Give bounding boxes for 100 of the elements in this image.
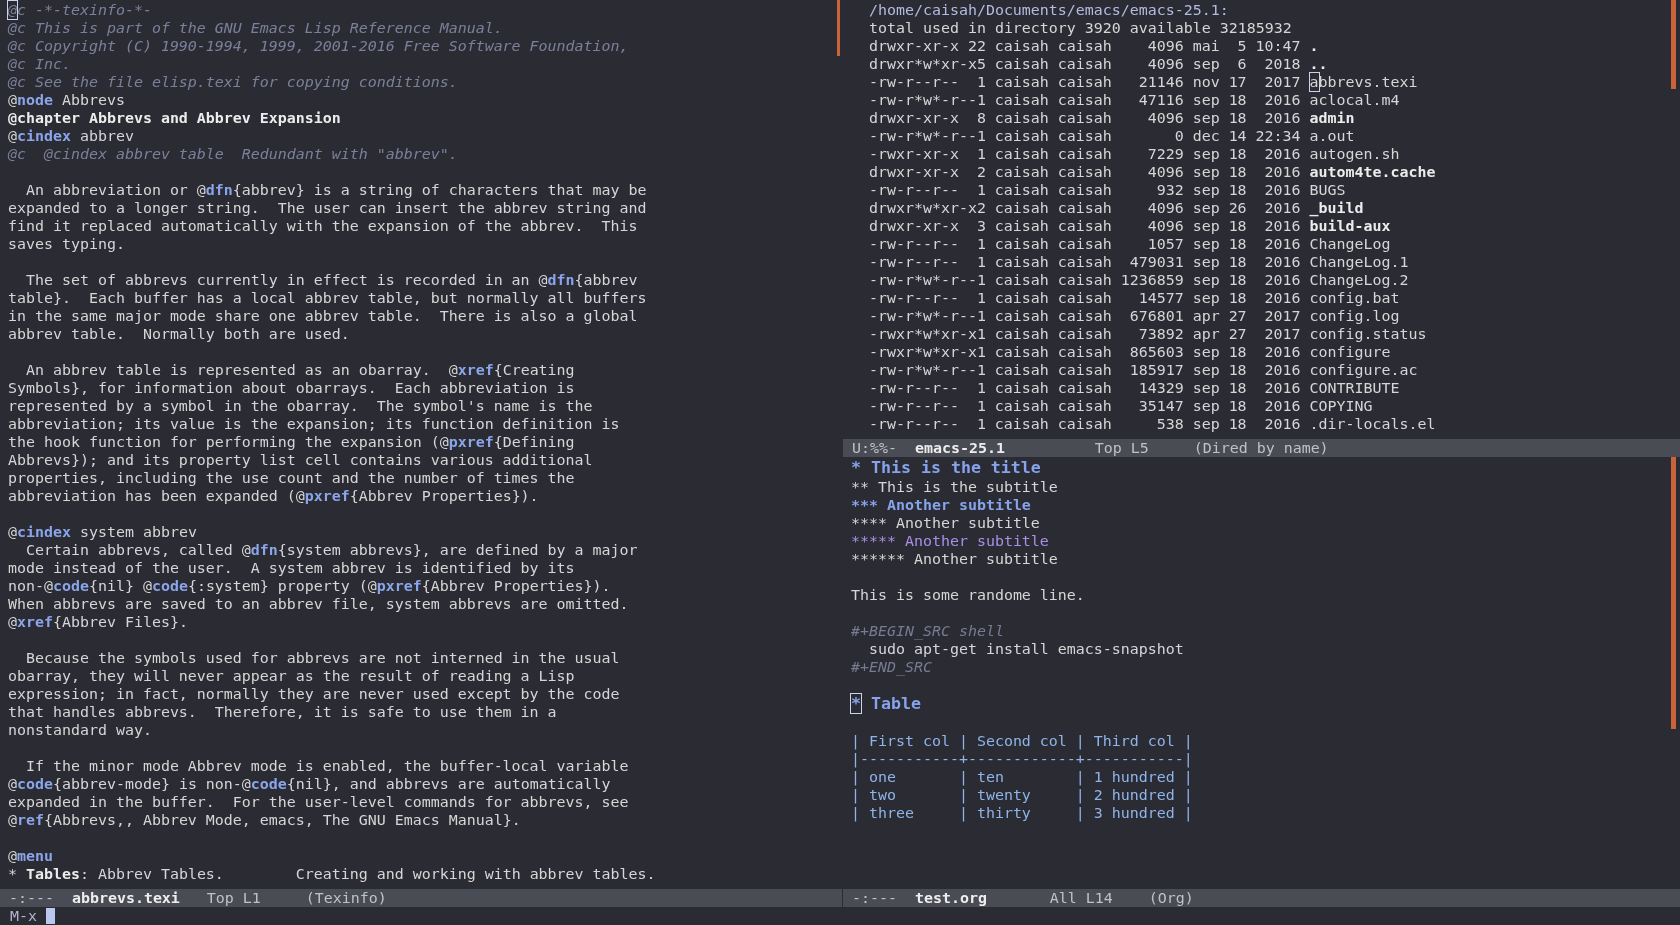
file-group: caisah [1057,343,1112,361]
source-line: the hook function for performing the expansion (@pxref{Defining [8,433,575,451]
link-count: 1 [976,343,986,361]
file-owner: caisah [994,343,1049,361]
file-permissions: -rw-r--r-- [869,73,959,91]
file-permissions: -rwxr-xr-x [869,145,959,163]
file-size: 865603 [1129,343,1184,361]
file-owner: caisah [994,397,1049,415]
file-group: caisah [1057,109,1112,127]
file-name[interactable]: .dir-locals.el [1309,415,1436,433]
file-owner: caisah [994,415,1049,433]
source-line: abbrev table. Normally both are used. [8,325,350,343]
file-date: apr 27 2017 [1192,307,1301,325]
file-name[interactable]: aclocal.m4 [1309,91,1400,109]
file-name[interactable]: CONTRIBUTE [1309,379,1400,397]
file-name[interactable]: autom4te.cache [1309,163,1436,181]
file-group: caisah [1057,73,1112,91]
file-name[interactable]: a.out [1309,127,1355,145]
file-name[interactable]: ChangeLog.1 [1309,253,1409,271]
file-group: caisah [1057,91,1112,109]
scrollbar-thumb[interactable] [1671,0,1676,89]
file-name[interactable]: autogen.sh [1309,145,1400,163]
source-line: abbreviation; its value is the expansion; its function definition is [8,415,620,433]
link-count: 2 [976,163,986,181]
file-date: sep 18 2016 [1192,181,1301,199]
buffer-position: Top L5 [1094,439,1149,457]
file-permissions: -rw-r--r-- [869,379,959,397]
file-date: sep 18 2016 [1192,163,1301,181]
file-permissions: -rw-r--r-- [869,181,959,199]
file-size: 35147 [1138,397,1184,415]
source-line: properties, including the use count and the number of times the [8,469,575,487]
source-line: @c Copyright (C) 1990-1994, 1999, 2001-2016 Free Software Foundation, [8,37,629,55]
file-date: sep 18 2016 [1192,271,1301,289]
file-size: 1057 [1147,235,1184,253]
file-name[interactable]: BUGS [1309,181,1346,199]
source-line: An abbreviation or @dfn{abbrev} is a string of characters that may be [25,181,647,199]
link-count: 1 [976,253,986,271]
file-permissions: -rw-r--r-- [869,397,959,415]
outline-heading: * Table [851,694,921,714]
file-date: sep 18 2016 [1192,397,1301,415]
link-count: 1 [976,361,986,379]
file-size: 1236859 [1120,271,1184,289]
file-name[interactable]: configure.ac [1309,361,1418,379]
file-date: sep 18 2016 [1192,235,1301,253]
file-name[interactable]: _build [1309,199,1364,217]
file-owner: caisah [994,181,1049,199]
link-count: 1 [976,397,986,415]
file-permissions: -rw-r*w*-r-- [869,91,977,109]
source-line: Certain abbrevs, called @dfn{system abbrevs}, are defined by a major [25,541,638,559]
file-name[interactable]: configure [1309,343,1391,361]
file-group: caisah [1057,415,1112,433]
file-date: sep 18 2016 [1192,415,1301,433]
file-permissions: -rwxr*w*xr-x [869,343,977,361]
file-name[interactable]: abbrevs.texi [1309,73,1418,91]
source-line: saves typing. [8,235,125,253]
file-size: 479031 [1129,253,1184,271]
file-owner: caisah [994,37,1049,55]
outline-heading: *** Another subtitle [851,496,1031,514]
file-permissions: -rwxr*w*xr-x [869,325,977,343]
file-owner: caisah [994,199,1049,217]
file-permissions: -rw-r*w*-r-- [869,307,977,325]
file-permissions: -rw-r--r-- [869,253,959,271]
file-date: sep 18 2016 [1192,289,1301,307]
link-count: 1 [976,271,986,289]
file-name[interactable]: admin [1309,109,1355,127]
source-line: An abbrev table is represented as an obarray. @xref{Creating [25,361,575,379]
scrollbar-thumb[interactable] [837,0,840,56]
file-date: sep 26 2016 [1192,199,1301,217]
file-size: 932 [1156,181,1184,199]
file-name[interactable]: ChangeLog [1309,235,1391,253]
link-count: 1 [976,181,986,199]
file-owner: caisah [994,109,1049,127]
file-name[interactable]: COPYING [1309,397,1373,415]
buffer-position: Top L1 [206,889,261,907]
file-owner: caisah [994,325,1049,343]
file-size: 73892 [1138,325,1184,343]
file-group: caisah [1057,217,1112,235]
file-owner: caisah [994,235,1049,253]
code-block-marker: #+END_SRC [851,658,932,676]
file-group: caisah [1057,253,1112,271]
file-permissions: -rw-r*w*-r-- [869,127,977,145]
file-name[interactable]: . [1309,37,1319,55]
file-group: caisah [1057,235,1112,253]
file-owner: caisah [994,217,1049,235]
file-name[interactable]: ChangeLog.2 [1309,271,1409,289]
file-name[interactable]: config.bat [1309,289,1400,307]
source-line: Because the symbols used for abbrevs are not interned in the usual [25,649,620,667]
scrollbar-thumb[interactable] [1671,457,1676,729]
file-name[interactable]: build-aux [1309,217,1391,235]
source-line: abbreviation has been expanded (@pxref{Abbrev Properties}). [8,487,539,505]
file-date: sep 18 2016 [1192,343,1301,361]
file-name[interactable]: config.status [1309,325,1427,343]
file-name[interactable]: config.log [1309,307,1400,325]
file-owner: caisah [994,163,1049,181]
source-line: table}. Each buffer has a local abbrev table, but normally all buffers [8,289,647,307]
source-line: The set of abbrevs currently in effect is recorded in an @dfn{abbrev [25,271,638,289]
outline-heading: **** Another subtitle [851,514,1040,532]
file-group: caisah [1057,163,1112,181]
file-name[interactable]: .. [1309,55,1328,73]
link-count: 1 [976,415,986,433]
